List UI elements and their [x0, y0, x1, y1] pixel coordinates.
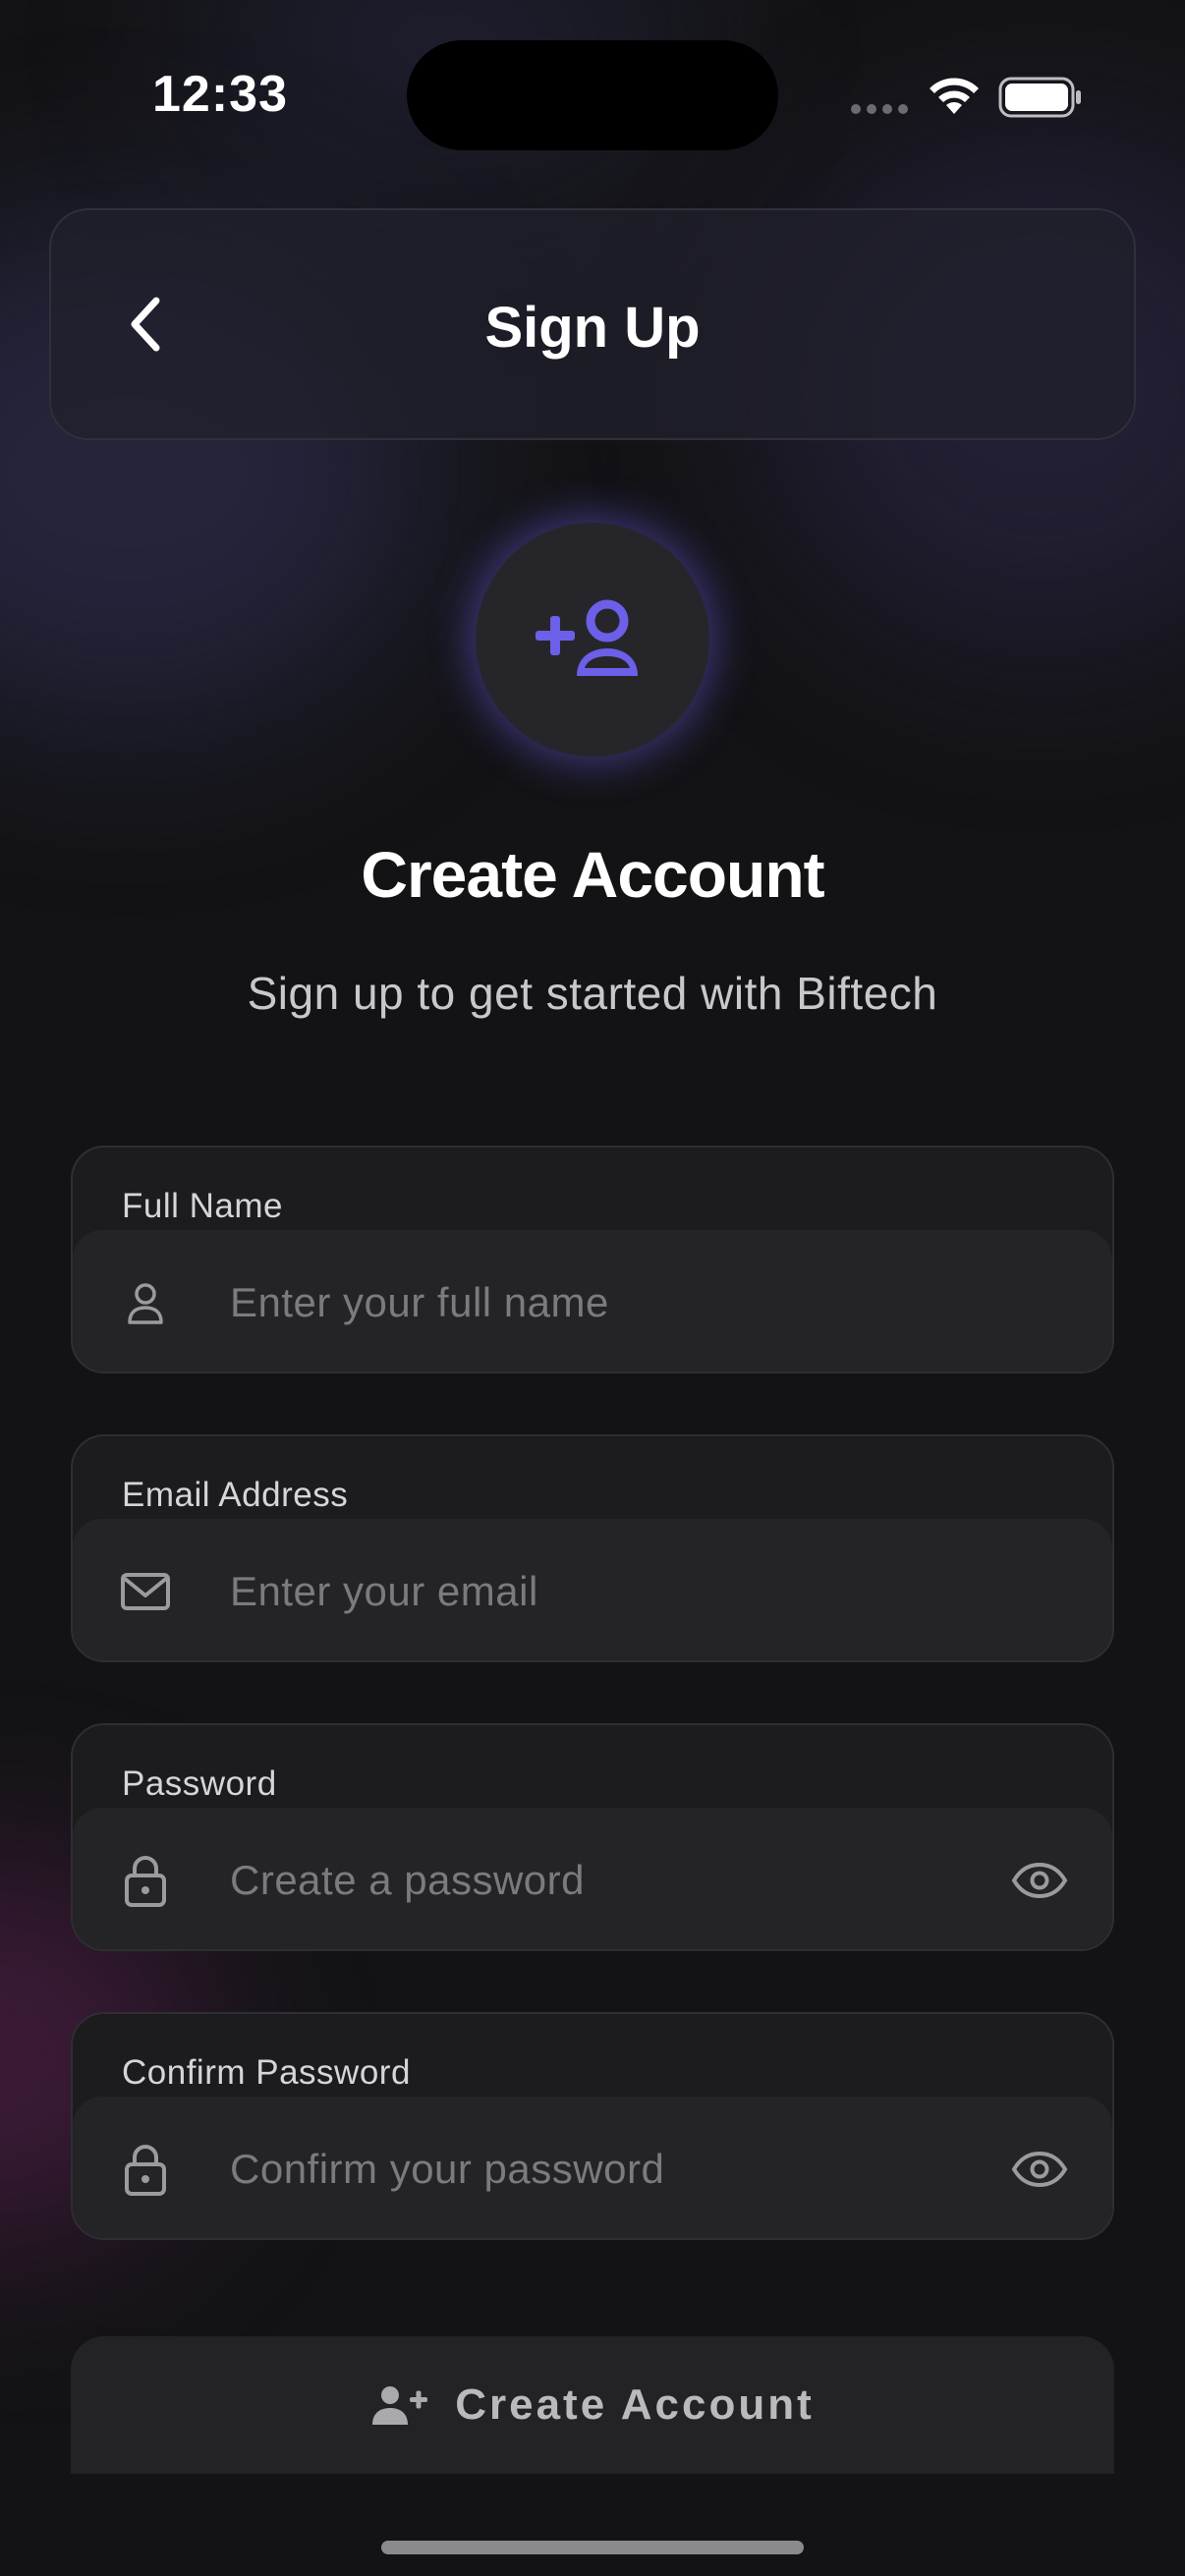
password-input[interactable]: Create a password [73, 1808, 1112, 1949]
hero-subtitle: Sign up to get started with Biftech [247, 968, 938, 1019]
status-time: 12:33 [152, 66, 288, 123]
confirm-password-input[interactable]: Confirm your password [73, 2097, 1112, 2238]
page-title: Sign Up [484, 296, 701, 360]
email-placeholder: Enter your email [230, 1568, 538, 1614]
full-name-field: Full Name Enter your full name [71, 1146, 1114, 1373]
lock-icon [120, 2144, 171, 2196]
hero-avatar [476, 523, 709, 756]
person-add-icon [536, 599, 638, 676]
dynamic-island [407, 40, 778, 150]
cellular-signal-icon [851, 104, 908, 114]
person-icon [120, 1277, 171, 1328]
eye-icon [1011, 1862, 1068, 1899]
full-name-input[interactable]: Enter your full name [73, 1230, 1112, 1372]
header-bar: Sign Up [49, 208, 1136, 440]
confirm-password-field: Confirm Password Confirm your password [71, 2012, 1114, 2240]
create-account-button[interactable]: Create Account [71, 2336, 1114, 2474]
email-field: Email Address Enter your email [71, 1434, 1114, 1662]
envelope-icon [120, 1566, 171, 1617]
battery-icon [998, 77, 1081, 118]
field-label: Email Address [122, 1476, 349, 1514]
eye-icon [1011, 2151, 1068, 2188]
status-bar: 12:33 [0, 0, 1185, 187]
field-label: Confirm Password [122, 2053, 411, 2092]
password-field: Password Create a password [71, 1723, 1114, 1951]
field-label: Full Name [122, 1187, 283, 1225]
home-indicator[interactable] [381, 2541, 804, 2554]
confirm-password-placeholder: Confirm your password [230, 2146, 665, 2192]
field-label: Password [122, 1764, 277, 1803]
toggle-confirm-password-visibility-button[interactable] [1010, 2140, 1069, 2199]
toggle-password-visibility-button[interactable] [1010, 1851, 1069, 1910]
lock-icon [120, 1855, 171, 1907]
person-add-icon [372, 2386, 428, 2425]
create-account-label: Create Account [455, 2380, 815, 2429]
wifi-icon [930, 78, 979, 114]
password-placeholder: Create a password [230, 1857, 586, 1903]
email-input[interactable]: Enter your email [73, 1519, 1112, 1660]
hero-title: Create Account [361, 838, 824, 911]
full-name-placeholder: Enter your full name [230, 1279, 609, 1325]
